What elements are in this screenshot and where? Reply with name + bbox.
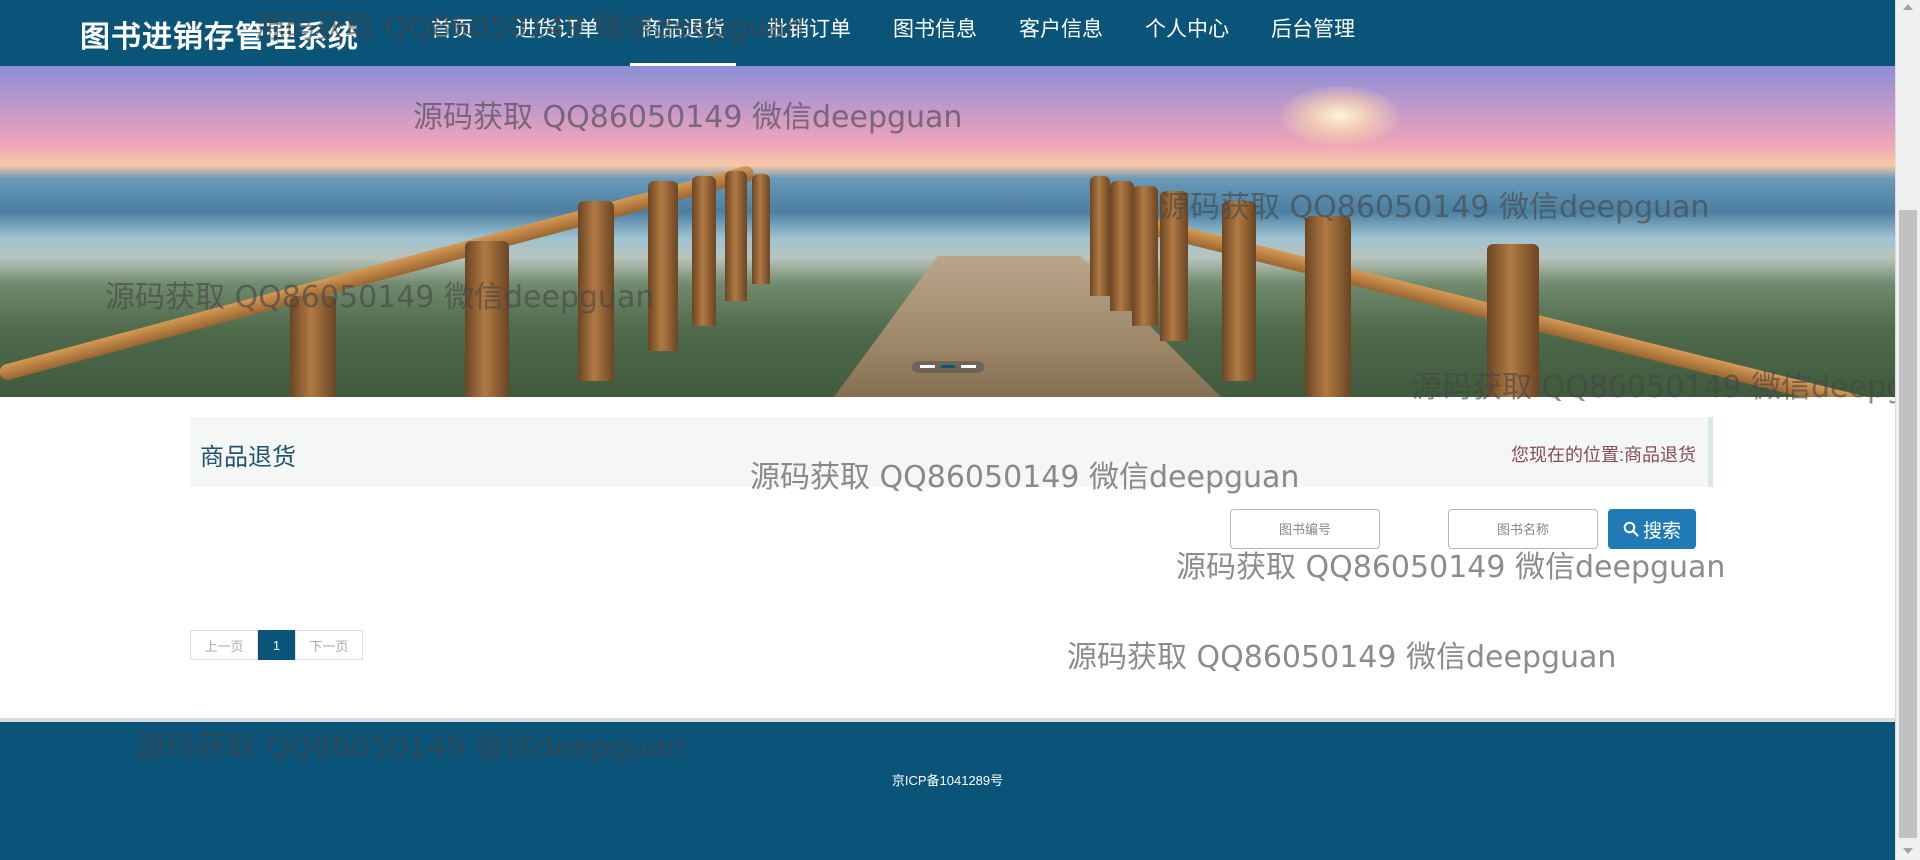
book-name-input[interactable] — [1448, 509, 1598, 549]
carousel-dot[interactable] — [961, 365, 977, 368]
fence-post — [1160, 191, 1188, 341]
book-code-input[interactable] — [1230, 509, 1380, 549]
search-button-label: 搜索 — [1642, 520, 1681, 542]
page-title: 商品退货 — [200, 444, 296, 471]
fence-post — [752, 174, 770, 284]
search-icon — [1623, 521, 1639, 537]
nav-menu: 首页 进货订单 商品退货 批销订单 图书信息 客户信息 个人中心 后台管理 — [410, 0, 1376, 66]
hero-banner-carousel[interactable] — [0, 66, 1895, 397]
fence-post — [465, 241, 509, 397]
fence-post — [290, 296, 336, 397]
fence-post — [648, 181, 678, 351]
scroll-up-arrow-icon[interactable] — [1903, 4, 1913, 10]
fence-post — [1110, 181, 1134, 311]
nav-item-home[interactable]: 首页 — [410, 0, 494, 66]
fence-post — [1305, 216, 1351, 397]
nav-item-wholesale-orders[interactable]: 批销订单 — [746, 0, 872, 66]
scroll-down-arrow-icon[interactable] — [1903, 848, 1913, 854]
nav-item-admin[interactable]: 后台管理 — [1250, 0, 1376, 66]
nav-item-purchase-orders[interactable]: 进货订单 — [494, 0, 620, 66]
breadcrumb-current[interactable]: 商品退货 — [1624, 445, 1696, 465]
prev-page-button[interactable]: 上一页 — [190, 630, 258, 660]
watermark: 源码获取 QQ86050149 微信deepguan — [1067, 640, 1617, 675]
fence-post — [1090, 176, 1110, 296]
site-footer: 京ICP备1041289号 — [0, 718, 1895, 860]
fence-post — [692, 176, 716, 326]
fence-post — [578, 201, 614, 381]
banner-sun — [1280, 86, 1400, 146]
page-number-current[interactable]: 1 — [258, 630, 295, 660]
fence-post — [725, 171, 747, 301]
top-navbar: 图书进销存管理系统 首页 进货订单 商品退货 批销订单 图书信息 客户信息 个人… — [0, 0, 1895, 66]
carousel-dot[interactable] — [920, 365, 935, 368]
page-header-panel: 商品退货 您现在的位置:商品退货 — [190, 417, 1713, 487]
pagination: 上一页 1 下一页 — [190, 630, 363, 660]
breadcrumb: 您现在的位置:商品退货 — [1511, 441, 1696, 467]
scroll-thumb[interactable] — [1899, 210, 1917, 838]
fence-post — [1487, 244, 1539, 397]
search-button[interactable]: 搜索 — [1608, 509, 1696, 549]
nav-item-product-returns[interactable]: 商品退货 — [620, 0, 746, 66]
nav-item-book-info[interactable]: 图书信息 — [872, 0, 998, 66]
fence-post — [1132, 186, 1158, 326]
page-scrollbar[interactable] — [1895, 0, 1920, 860]
fence-post — [1222, 201, 1256, 381]
breadcrumb-label: 您现在的位置: — [1510, 445, 1624, 465]
next-page-button[interactable]: 下一页 — [295, 630, 363, 660]
site-brand[interactable]: 图书进销存管理系统 — [80, 12, 359, 56]
carousel-dot-active[interactable] — [940, 365, 956, 368]
nav-item-personal-center[interactable]: 个人中心 — [1124, 0, 1250, 66]
fence-rail — [0, 164, 756, 382]
nav-item-customer-info[interactable]: 客户信息 — [998, 0, 1124, 66]
carousel-indicators[interactable] — [912, 361, 984, 373]
icp-record[interactable]: 京ICP备1041289号 — [0, 770, 1895, 789]
